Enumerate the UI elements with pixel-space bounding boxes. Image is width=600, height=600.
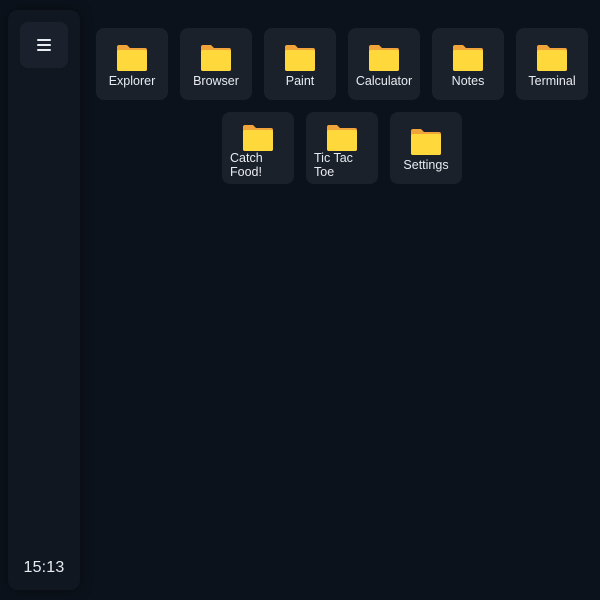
folder-icon bbox=[243, 125, 273, 151]
menu-button[interactable] bbox=[20, 22, 68, 68]
app-row-1: Explorer Browser Paint Calculator Notes … bbox=[92, 28, 592, 100]
app-grid: Explorer Browser Paint Calculator Notes … bbox=[92, 28, 592, 196]
app-calculator[interactable]: Calculator bbox=[348, 28, 420, 100]
clock: 15:13 bbox=[23, 559, 65, 576]
app-catch-food[interactable]: Catch Food! bbox=[222, 112, 294, 184]
app-label: Calculator bbox=[355, 74, 413, 88]
folder-icon bbox=[117, 45, 147, 71]
app-settings[interactable]: Settings bbox=[390, 112, 462, 184]
app-label: Tic Tac Toe bbox=[314, 151, 353, 179]
app-tic-tac-toe[interactable]: Tic Tac Toe bbox=[306, 112, 378, 184]
app-label: Paint bbox=[285, 74, 315, 88]
app-notes[interactable]: Notes bbox=[432, 28, 504, 100]
folder-icon bbox=[285, 45, 315, 71]
app-browser[interactable]: Browser bbox=[180, 28, 252, 100]
app-row-2: Catch Food! Tic Tac Toe Settings bbox=[92, 112, 592, 184]
folder-icon bbox=[453, 45, 483, 71]
app-label: Settings bbox=[403, 158, 449, 172]
app-label: Catch Food! bbox=[230, 151, 263, 179]
desktop-screen: 15:13 Explorer Browser Paint Calculator bbox=[0, 0, 600, 600]
folder-icon bbox=[369, 45, 399, 71]
app-label: Terminal bbox=[528, 74, 576, 88]
app-terminal[interactable]: Terminal bbox=[516, 28, 588, 100]
app-label: Explorer bbox=[108, 74, 156, 88]
folder-icon bbox=[411, 129, 441, 155]
app-paint[interactable]: Paint bbox=[264, 28, 336, 100]
app-label: Browser bbox=[193, 74, 239, 88]
app-label: Notes bbox=[451, 74, 485, 88]
app-explorer[interactable]: Explorer bbox=[96, 28, 168, 100]
folder-icon bbox=[537, 45, 567, 71]
folder-icon bbox=[327, 125, 357, 151]
sidebar: 15:13 bbox=[8, 10, 80, 590]
hamburger-menu-icon bbox=[37, 39, 51, 51]
folder-icon bbox=[201, 45, 231, 71]
